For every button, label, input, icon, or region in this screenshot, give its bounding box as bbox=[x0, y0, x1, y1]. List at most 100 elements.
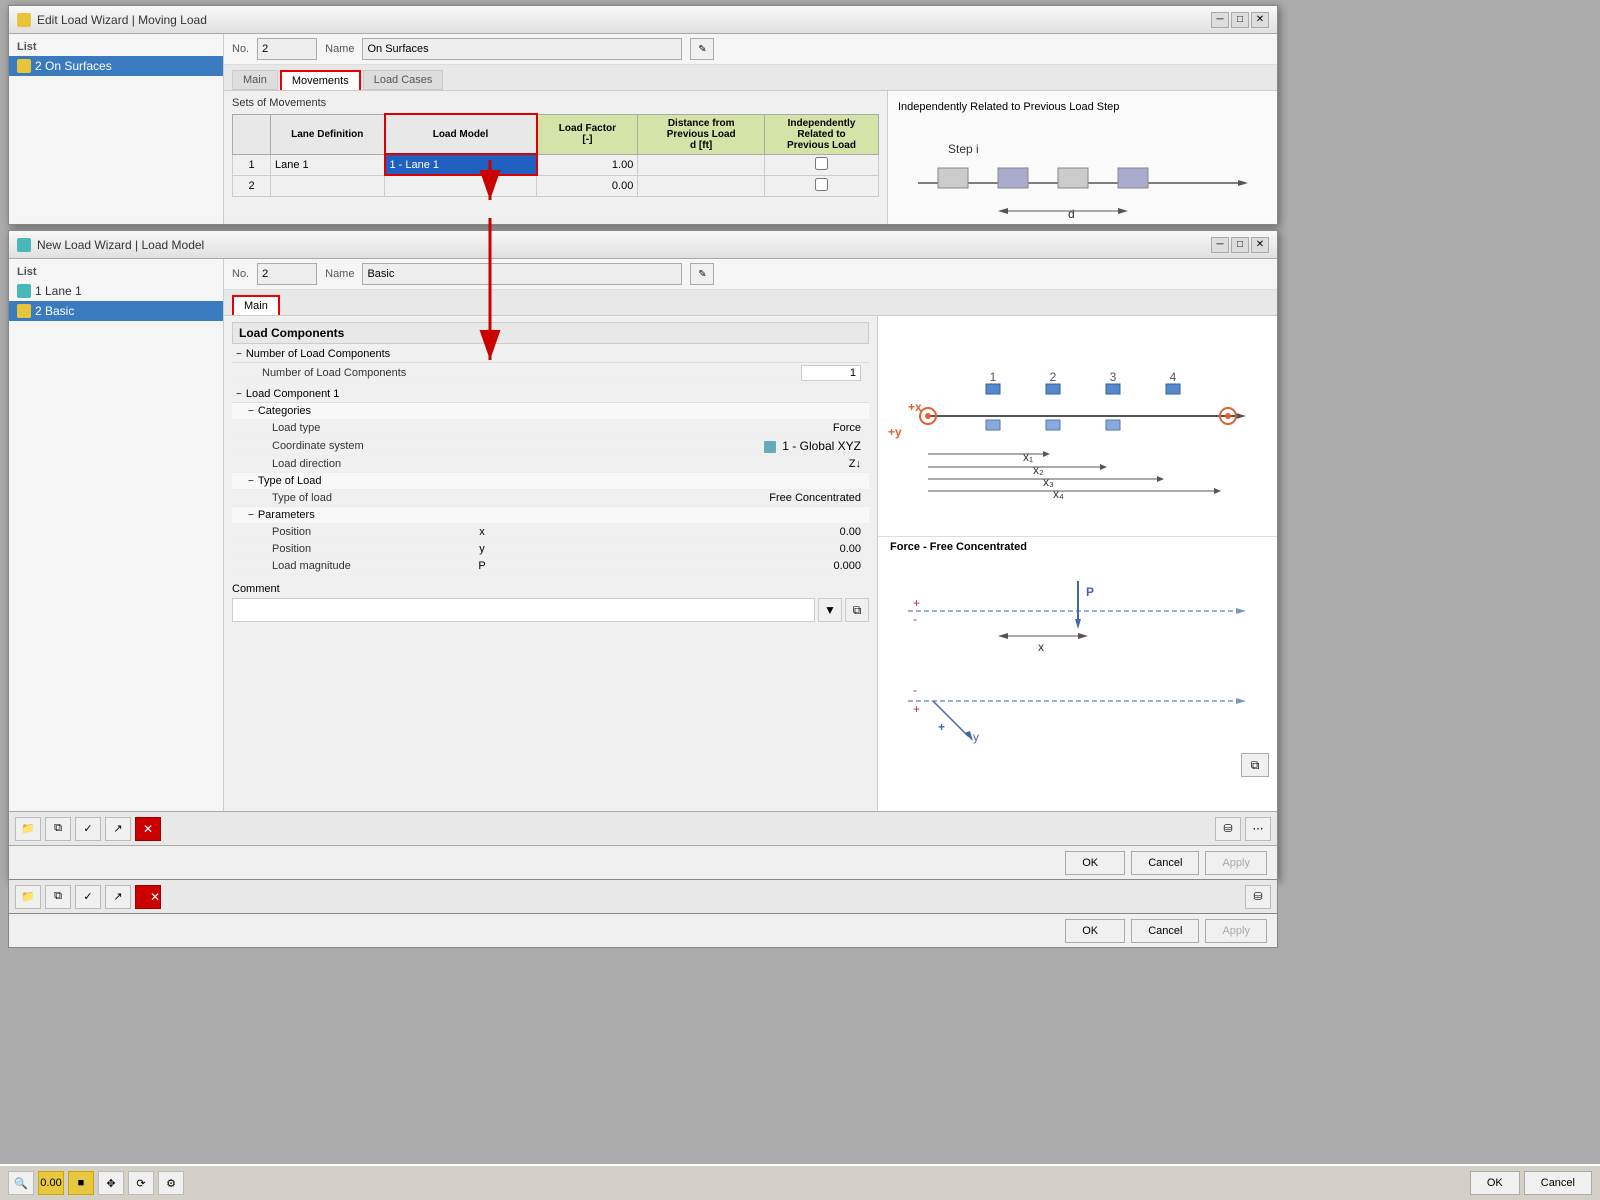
svg-text:+: + bbox=[938, 720, 945, 734]
type-of-load-value: Free Concentrated bbox=[472, 492, 865, 504]
window2-cancel-btn[interactable]: Cancel bbox=[1131, 851, 1199, 875]
cell-row2-model bbox=[385, 175, 537, 196]
load-components-section-header: Load Components bbox=[232, 322, 869, 344]
taskbar-move-btn[interactable]: ✥ bbox=[98, 1171, 124, 1195]
svg-text:Step i: Step i bbox=[948, 142, 979, 156]
window1-title-left: Edit Load Wizard | Moving Load bbox=[17, 13, 207, 27]
type-of-load-label: Type of Load bbox=[258, 475, 322, 487]
type-of-load-header: − Type of Load bbox=[232, 473, 869, 490]
type-of-load-expand-icon[interactable]: − bbox=[248, 476, 254, 487]
new-load-wizard-window: New Load Wizard | Load Model ─ □ ✕ List … bbox=[8, 230, 1278, 880]
cell-row1-model[interactable]: 1 - Lane 1 bbox=[385, 154, 537, 175]
window1-apply-btn[interactable]: Apply bbox=[1205, 919, 1267, 943]
cell-row1-factor: 1.00 bbox=[537, 154, 638, 175]
comment-input-area[interactable] bbox=[232, 598, 815, 622]
tab-main-w2[interactable]: Main bbox=[232, 295, 280, 315]
load-comp1-label: Load Component 1 bbox=[246, 388, 340, 400]
right-panel-label: Independently Related to Previous Load S… bbox=[898, 101, 1267, 113]
load-mag-value: 0.000 bbox=[492, 560, 865, 572]
window2-no-label: No. bbox=[232, 268, 249, 280]
window1-no-input[interactable] bbox=[257, 38, 317, 60]
window1-cancel-btn[interactable]: Cancel bbox=[1131, 919, 1199, 943]
diagram-copy-btn[interactable]: ⧉ bbox=[1241, 753, 1269, 777]
w2-check-btn[interactable]: ✓ bbox=[75, 817, 101, 841]
tab-main[interactable]: Main bbox=[232, 70, 278, 90]
taskbar-search-btn[interactable]: 🔍 bbox=[8, 1171, 34, 1195]
categories-expand-icon[interactable]: − bbox=[248, 406, 254, 417]
window1-close-btn[interactable]: ✕ bbox=[1251, 12, 1269, 28]
w2-arrow-btn[interactable]: ↗ bbox=[105, 817, 131, 841]
taskbar-orbit-btn[interactable]: ⟳ bbox=[128, 1171, 154, 1195]
sidebar-item-on-surfaces[interactable]: 2 On Surfaces bbox=[9, 56, 223, 76]
load-direction-value: Z↓ bbox=[472, 458, 865, 470]
window1-name-input[interactable] bbox=[362, 38, 682, 60]
window2-minimize-btn[interactable]: ─ bbox=[1211, 237, 1229, 253]
taskbar-cancel-btn[interactable]: Cancel bbox=[1524, 1171, 1592, 1195]
taskbar-value-btn[interactable]: 0.00 bbox=[38, 1171, 64, 1195]
position-x-label: Position bbox=[272, 526, 472, 538]
window2-apply-btn[interactable]: Apply bbox=[1205, 851, 1267, 875]
tab-load-cases[interactable]: Load Cases bbox=[363, 70, 444, 90]
parameters-expand-icon[interactable]: − bbox=[248, 510, 254, 521]
load-comp1-expand-icon[interactable]: − bbox=[236, 389, 242, 400]
w2-camera-btn[interactable]: ⋯ bbox=[1245, 817, 1271, 841]
svg-text:x₁: x₁ bbox=[1023, 450, 1033, 464]
window2-edit-btn[interactable]: ✎ bbox=[690, 263, 714, 285]
sidebar-item-basic[interactable]: 2 Basic bbox=[9, 301, 223, 321]
window2-close-btn[interactable]: ✕ bbox=[1251, 237, 1269, 253]
cell-row2-distance bbox=[638, 175, 765, 196]
table-row: 1 Lane 1 1 - Lane 1 1.00 bbox=[233, 154, 879, 175]
window1-icon bbox=[17, 13, 31, 27]
taskbar-ok-btn[interactable]: OK bbox=[1470, 1171, 1520, 1195]
coord-system-label: Coordinate system bbox=[272, 440, 472, 452]
sidebar-item-lane1[interactable]: 1 Lane 1 bbox=[9, 281, 223, 301]
w2-copy-btn[interactable]: ⧉ bbox=[45, 817, 71, 841]
w2-help-btn[interactable]: ⛁ bbox=[1215, 817, 1241, 841]
load-direction-row: Load direction Z↓ bbox=[232, 456, 869, 473]
w2-delete-btn[interactable]: ✕ bbox=[135, 817, 161, 841]
w1-folder-btn[interactable]: 📁 bbox=[15, 885, 41, 909]
window1-ok-btn[interactable]: OK bbox=[1065, 919, 1125, 943]
col-no-header bbox=[233, 114, 271, 154]
no-label: No. bbox=[232, 43, 249, 55]
window2-maximize-btn[interactable]: □ bbox=[1231, 237, 1249, 253]
w1-delete-btn[interactable]: ✕ bbox=[135, 885, 161, 909]
tab-movements[interactable]: Movements bbox=[280, 70, 361, 90]
w2-folder-btn[interactable]: 📁 bbox=[15, 817, 41, 841]
window1-maximize-btn[interactable]: □ bbox=[1231, 12, 1249, 28]
col-model-header: Load Model bbox=[385, 114, 537, 154]
col-lane-header: Lane Definition bbox=[271, 114, 385, 154]
w1-arrow-btn[interactable]: ↗ bbox=[105, 885, 131, 909]
window1-edit-btn[interactable]: ✎ bbox=[690, 38, 714, 60]
w1-copy-btn[interactable]: ⧉ bbox=[45, 885, 71, 909]
position-y-row: Position y 0.00 bbox=[232, 541, 869, 558]
load-mag-label: Load magnitude bbox=[272, 560, 472, 572]
svg-text:-: - bbox=[913, 683, 917, 697]
cell-row1-no: 1 bbox=[233, 154, 271, 175]
comment-copy-btn[interactable]: ⧉ bbox=[845, 598, 869, 622]
window2-no-input[interactable] bbox=[257, 263, 317, 285]
load-comp1-header: − Load Component 1 bbox=[232, 386, 869, 403]
cell-row1-independent bbox=[764, 154, 878, 175]
num-load-comp-prop-label: Number of Load Components bbox=[262, 367, 462, 379]
window2-properties: Load Components − Number of Load Compone… bbox=[224, 316, 877, 811]
window2-name-input[interactable] bbox=[362, 263, 682, 285]
window2-ok-btn[interactable]: OK bbox=[1065, 851, 1125, 875]
comment-dropdown-btn[interactable]: ▼ bbox=[818, 598, 842, 622]
load-component-diagram: +x +y 1 2 3 4 bbox=[878, 316, 1268, 536]
parameters-header: − Parameters bbox=[232, 507, 869, 524]
num-load-comp-input[interactable] bbox=[801, 365, 861, 381]
window1-title-buttons: ─ □ ✕ bbox=[1211, 12, 1269, 28]
w1-check-btn[interactable]: ✓ bbox=[75, 885, 101, 909]
taskbar-settings-btn[interactable]: ⚙ bbox=[158, 1171, 184, 1195]
w1-help-btn[interactable]: ⛁ bbox=[1245, 885, 1271, 909]
window2-right-diagram: +x +y 1 2 3 4 bbox=[877, 316, 1277, 811]
taskbar-yellow-btn[interactable]: ■ bbox=[68, 1171, 94, 1195]
window1-minimize-btn[interactable]: ─ bbox=[1211, 12, 1229, 28]
svg-text:+: + bbox=[913, 702, 920, 716]
num-expand-icon[interactable]: − bbox=[236, 349, 242, 360]
position-x-value: 0.00 bbox=[492, 526, 865, 538]
col-independent-header: IndependentlyRelated toPrevious Load bbox=[764, 114, 878, 154]
window2-title-left: New Load Wizard | Load Model bbox=[17, 238, 204, 252]
window2-top-strip: No. Name ✎ bbox=[224, 259, 1277, 290]
